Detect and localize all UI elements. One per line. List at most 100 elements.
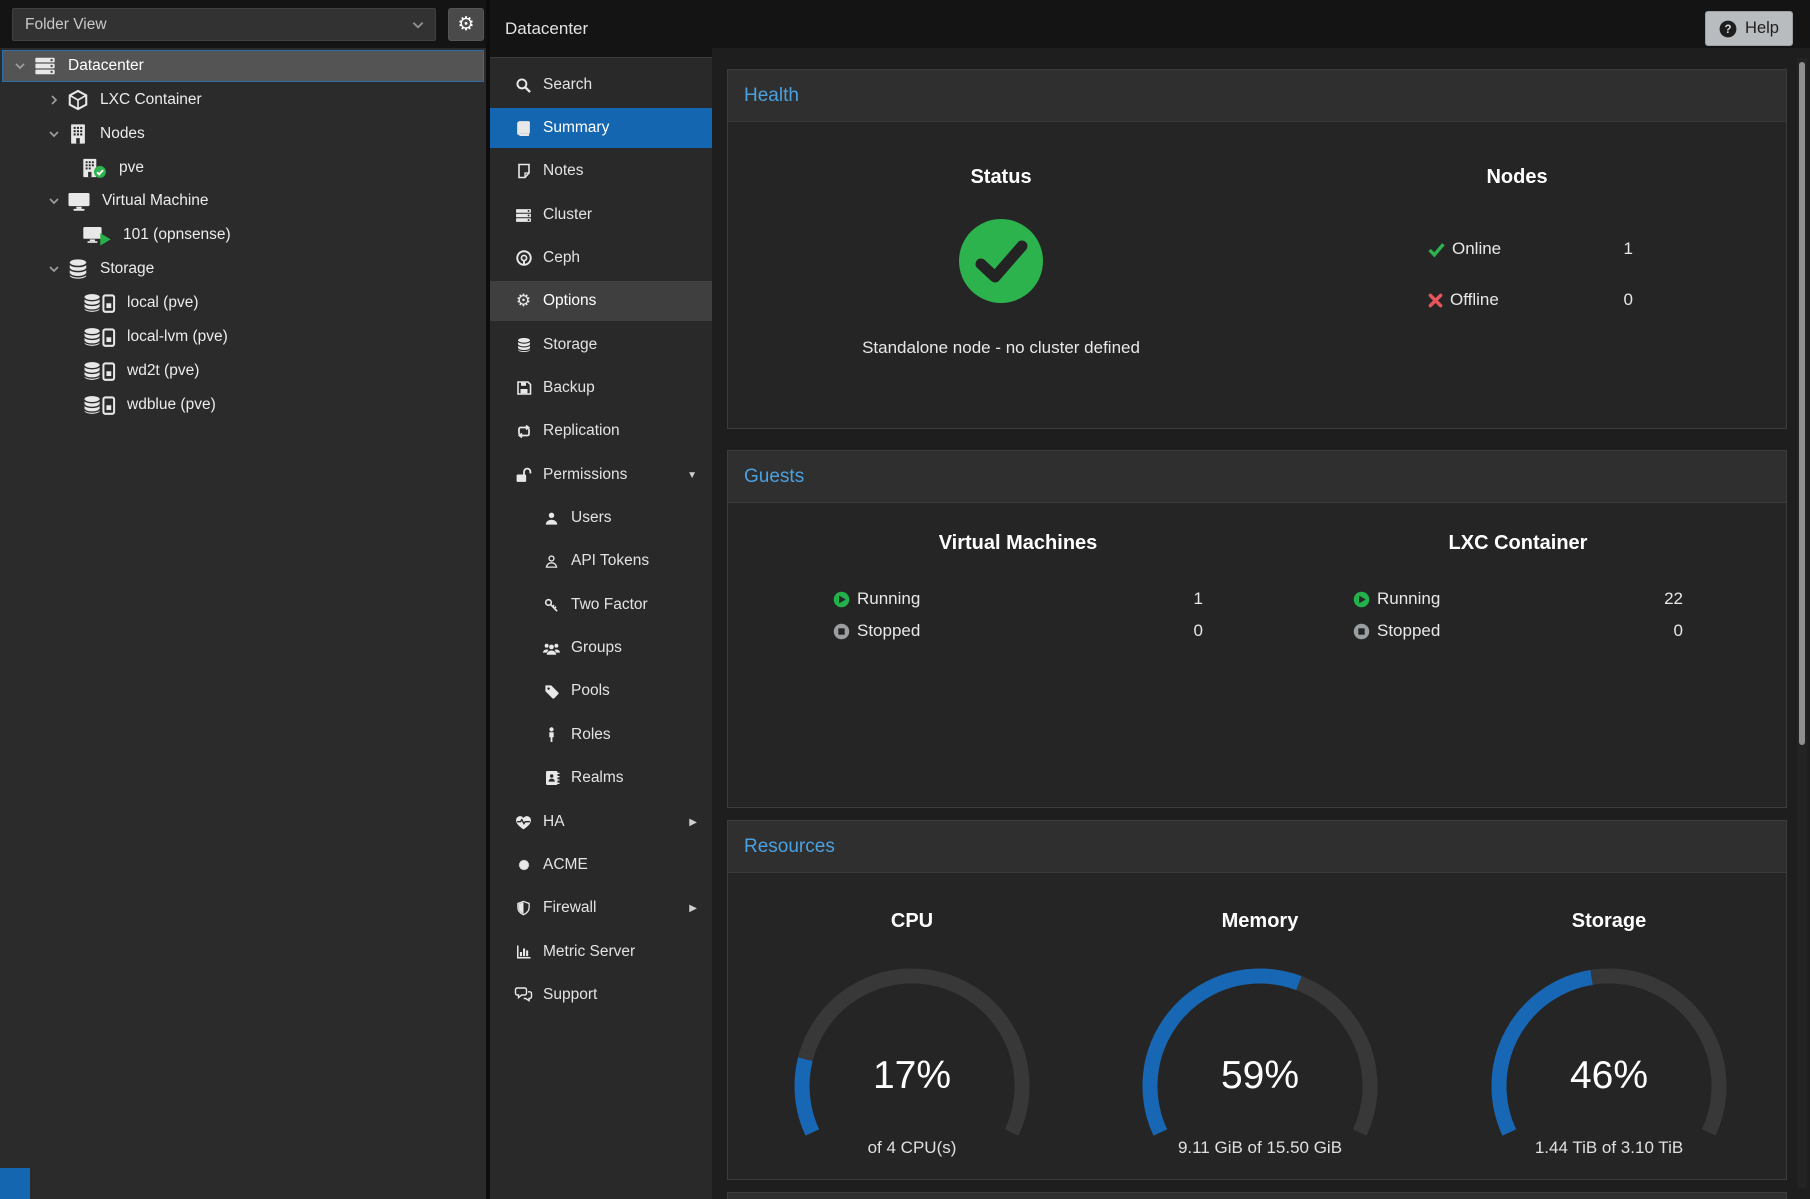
menu-item-label: Notes xyxy=(543,162,584,180)
note-icon xyxy=(513,163,534,179)
menu-item-acme[interactable]: ACME xyxy=(490,845,712,885)
tree-item-label: 101 (opnsense) xyxy=(123,226,231,244)
success-check-icon xyxy=(959,219,1043,303)
menu-item-cluster[interactable]: Cluster xyxy=(490,195,712,235)
resource-tree-panel: Datacenter LXC Container Nodes xyxy=(0,48,486,1199)
tree-item-label: pve xyxy=(119,159,144,177)
storage-gauge-value: 46% xyxy=(1489,1054,1729,1104)
nodes-offline-label: Offline xyxy=(1450,290,1624,310)
nodes-offline-value: 0 xyxy=(1624,290,1633,310)
view-settings-button[interactable]: ⚙ xyxy=(448,8,484,41)
nodes-online-value: 1 xyxy=(1624,239,1633,259)
lxc-running-row: Running 22 xyxy=(1353,589,1683,609)
page-title: Datacenter xyxy=(505,0,588,57)
nodes-online-label: Online xyxy=(1452,239,1624,259)
menu-item-users[interactable]: Users xyxy=(490,498,712,538)
tree-item-pve[interactable]: pve xyxy=(2,152,484,184)
tree-item-label: local-lvm (pve) xyxy=(127,328,228,346)
chevron-down-icon[interactable] xyxy=(45,195,63,207)
guests-panel: Guests Virtual Machines Running 1 Stoppe… xyxy=(727,450,1787,808)
tree-item-virtual-machine[interactable]: Virtual Machine xyxy=(2,185,484,217)
tree-item-vm-101[interactable]: 101 (opnsense) xyxy=(2,219,484,251)
storage-heading: Storage xyxy=(1459,910,1759,933)
menu-item-label: Users xyxy=(571,509,611,527)
menu-item-notes[interactable]: Notes xyxy=(490,151,712,191)
key-icon xyxy=(541,598,562,613)
menu-item-storage[interactable]: Storage xyxy=(490,325,712,365)
menu-item-groups[interactable]: Groups xyxy=(490,628,712,668)
tree-item-nodes[interactable]: Nodes xyxy=(2,118,484,150)
menu-item-pools[interactable]: Pools xyxy=(490,671,712,711)
database-drive-icon xyxy=(82,394,116,416)
vm-running-value: 1 xyxy=(1194,589,1203,609)
tree-item-storage-local-lvm[interactable]: local-lvm (pve) xyxy=(2,321,484,353)
lxc-stopped-label: Stopped xyxy=(1377,621,1674,641)
vm-running-label: Running xyxy=(857,589,1194,609)
menu-item-permissions[interactable]: Permissions ▼ xyxy=(490,455,712,495)
lxc-running-label: Running xyxy=(1377,589,1664,609)
summary-content: Health Status Standalone node - no clust… xyxy=(712,48,1810,1199)
view-selector-value: Folder View xyxy=(25,16,107,34)
vm-stopped-value: 0 xyxy=(1194,621,1203,641)
menu-item-ha[interactable]: HA ▶ xyxy=(490,802,712,842)
lxc-stopped-row: Stopped 0 xyxy=(1353,621,1683,641)
menu-item-label: Ceph xyxy=(543,249,580,267)
menu-item-summary[interactable]: Summary xyxy=(490,108,712,148)
database-icon xyxy=(67,258,89,280)
menu-item-backup[interactable]: Backup xyxy=(490,368,712,408)
chevron-down-icon: ▼ xyxy=(687,470,697,481)
menu-item-search[interactable]: Search xyxy=(490,65,712,105)
database-icon xyxy=(513,337,534,353)
burst-icon xyxy=(513,857,534,873)
menu-item-label: Firewall xyxy=(543,899,596,917)
menu-item-options[interactable]: ⚙ Options xyxy=(490,281,712,321)
resource-tree: Datacenter LXC Container Nodes xyxy=(0,48,486,1199)
menu-item-two-factor[interactable]: Two Factor xyxy=(490,585,712,625)
server-icon xyxy=(33,55,57,77)
menu-item-label: Two Factor xyxy=(571,596,648,614)
ceph-icon xyxy=(513,249,534,267)
tree-item-datacenter[interactable]: Datacenter xyxy=(2,50,484,82)
chevron-right-icon[interactable] xyxy=(45,94,63,106)
menu-item-label: Replication xyxy=(543,422,620,440)
tree-item-lxc-container[interactable]: LXC Container xyxy=(2,84,484,116)
health-panel-title: Health xyxy=(744,85,799,107)
tree-item-label: Nodes xyxy=(100,125,145,143)
guests-panel-title: Guests xyxy=(744,466,804,488)
tree-item-storage[interactable]: Storage xyxy=(2,253,484,285)
menu-item-label: HA xyxy=(543,813,565,831)
tree-item-storage-wd2t[interactable]: wd2t (pve) xyxy=(2,355,484,387)
menu-item-firewall[interactable]: Firewall ▶ xyxy=(490,888,712,928)
tree-item-label: Datacenter xyxy=(68,57,144,75)
scrollbar-thumb[interactable] xyxy=(1799,62,1805,745)
help-button[interactable]: ? Help xyxy=(1705,11,1793,46)
book-icon xyxy=(513,120,534,137)
menu-item-realms[interactable]: Realms xyxy=(490,758,712,798)
help-label: Help xyxy=(1745,19,1779,38)
heartbeat-icon xyxy=(513,814,534,831)
menu-item-metric-server[interactable]: Metric Server xyxy=(490,932,712,972)
chevron-down-icon[interactable] xyxy=(11,60,29,72)
tree-item-storage-local[interactable]: local (pve) xyxy=(2,287,484,319)
view-selector[interactable]: Folder View xyxy=(12,8,436,41)
question-circle-icon: ? xyxy=(1719,20,1737,38)
memory-heading: Memory xyxy=(1110,910,1410,933)
chevron-down-icon[interactable] xyxy=(45,263,63,275)
menu-item-label: Support xyxy=(543,986,597,1004)
menu-item-api-tokens[interactable]: API Tokens xyxy=(490,541,712,581)
menu-item-ceph[interactable]: Ceph xyxy=(490,238,712,278)
menu-item-replication[interactable]: Replication xyxy=(490,411,712,451)
menu-item-label: Options xyxy=(543,292,596,310)
menu-item-roles[interactable]: Roles xyxy=(490,715,712,755)
chevron-down-icon[interactable] xyxy=(45,128,63,140)
monitor-icon xyxy=(67,191,91,212)
tree-item-storage-wdblue[interactable]: wdblue (pve) xyxy=(2,389,484,421)
svg-text:?: ? xyxy=(1725,24,1732,36)
cube-icon xyxy=(67,89,89,111)
tree-item-label: wdblue (pve) xyxy=(127,396,216,414)
menu-item-support[interactable]: Support xyxy=(490,975,712,1015)
tree-item-label: local (pve) xyxy=(127,294,199,312)
corner-accent xyxy=(0,1168,30,1199)
menu-item-label: API Tokens xyxy=(571,552,649,570)
users-icon xyxy=(541,641,562,656)
